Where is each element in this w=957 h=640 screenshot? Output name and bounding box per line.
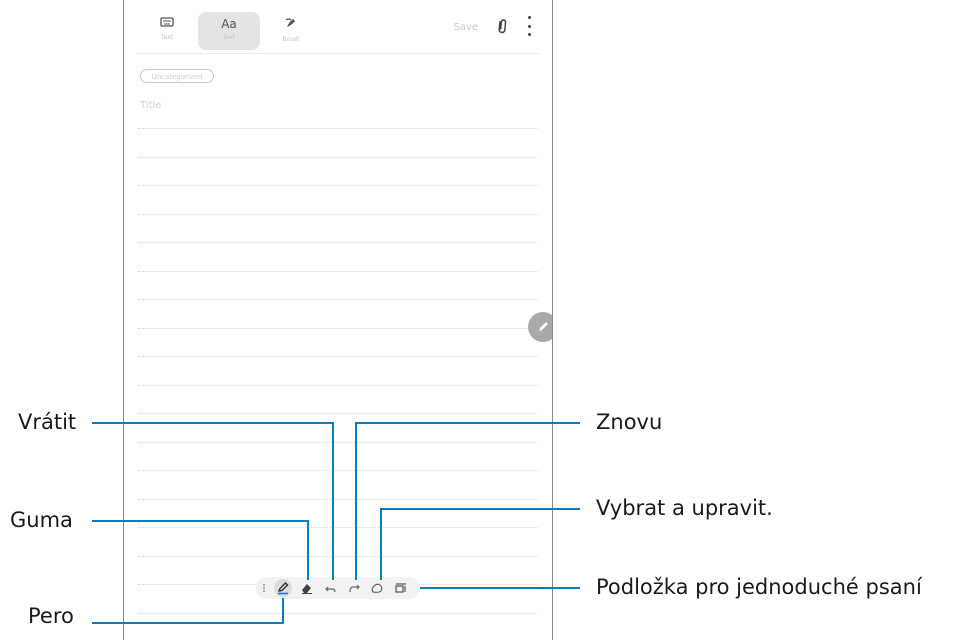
ruled-line <box>138 356 538 357</box>
callout-selection: Vybrat a upravit. <box>596 496 773 520</box>
keyboard-icon <box>160 16 174 32</box>
more-options-icon[interactable] <box>526 16 532 36</box>
ruled-line <box>138 385 538 386</box>
selection-icon[interactable] <box>368 579 386 597</box>
ruled-line <box>138 128 538 129</box>
ruled-line <box>138 185 538 186</box>
undo-icon[interactable] <box>322 579 340 597</box>
pen-fab-icon <box>539 322 548 331</box>
callout-undo: Vrátit <box>18 410 77 434</box>
handwriting-text-icon: Aa <box>221 17 237 31</box>
callout-pen: Pero <box>28 604 74 628</box>
ruled-line <box>138 413 538 414</box>
attach-icon[interactable] <box>492 16 514 39</box>
ruled-line <box>138 271 538 272</box>
header-divider <box>136 53 540 54</box>
tab-brush[interactable]: Brush <box>260 12 322 50</box>
save-button[interactable]: Save <box>453 22 478 33</box>
pen-fab-button[interactable] <box>528 312 552 342</box>
ruled-line <box>138 299 538 300</box>
note-screen: Text Aa Text Brush Save Uncategorized Ti… <box>123 0 553 640</box>
ruled-line <box>138 499 538 500</box>
callout-easy-writing-pad: Podložka pro jednoduché psaní <box>596 575 922 599</box>
toolbar-drag-handle[interactable] <box>263 584 265 592</box>
ruled-line <box>138 214 538 215</box>
ruled-line <box>138 328 538 329</box>
easy-writing-pad-icon[interactable] <box>392 579 410 597</box>
callout-eraser: Guma <box>10 508 73 532</box>
ruled-line <box>138 470 538 471</box>
tab-handwriting[interactable]: Aa Text <box>198 12 260 50</box>
redo-icon[interactable] <box>345 579 363 597</box>
tab-brush-label: Brush <box>282 36 300 43</box>
ruled-line <box>138 442 538 443</box>
ruled-line <box>138 157 538 158</box>
drawing-toolbar <box>256 577 420 599</box>
brush-icon <box>284 16 298 34</box>
tab-keyboard[interactable]: Text <box>136 12 198 50</box>
eraser-icon[interactable] <box>298 579 316 597</box>
title-field[interactable]: Title <box>140 100 161 111</box>
ruled-line <box>138 613 538 614</box>
callout-redo: Znovu <box>596 410 663 434</box>
pen-icon[interactable] <box>274 579 292 597</box>
tab-handwriting-label: Text <box>222 34 236 41</box>
ruled-line <box>138 556 538 557</box>
ruled-line <box>138 242 538 243</box>
tab-keyboard-label: Text <box>160 34 174 41</box>
ruled-line <box>138 527 538 528</box>
category-chip[interactable]: Uncategorized <box>140 69 214 83</box>
